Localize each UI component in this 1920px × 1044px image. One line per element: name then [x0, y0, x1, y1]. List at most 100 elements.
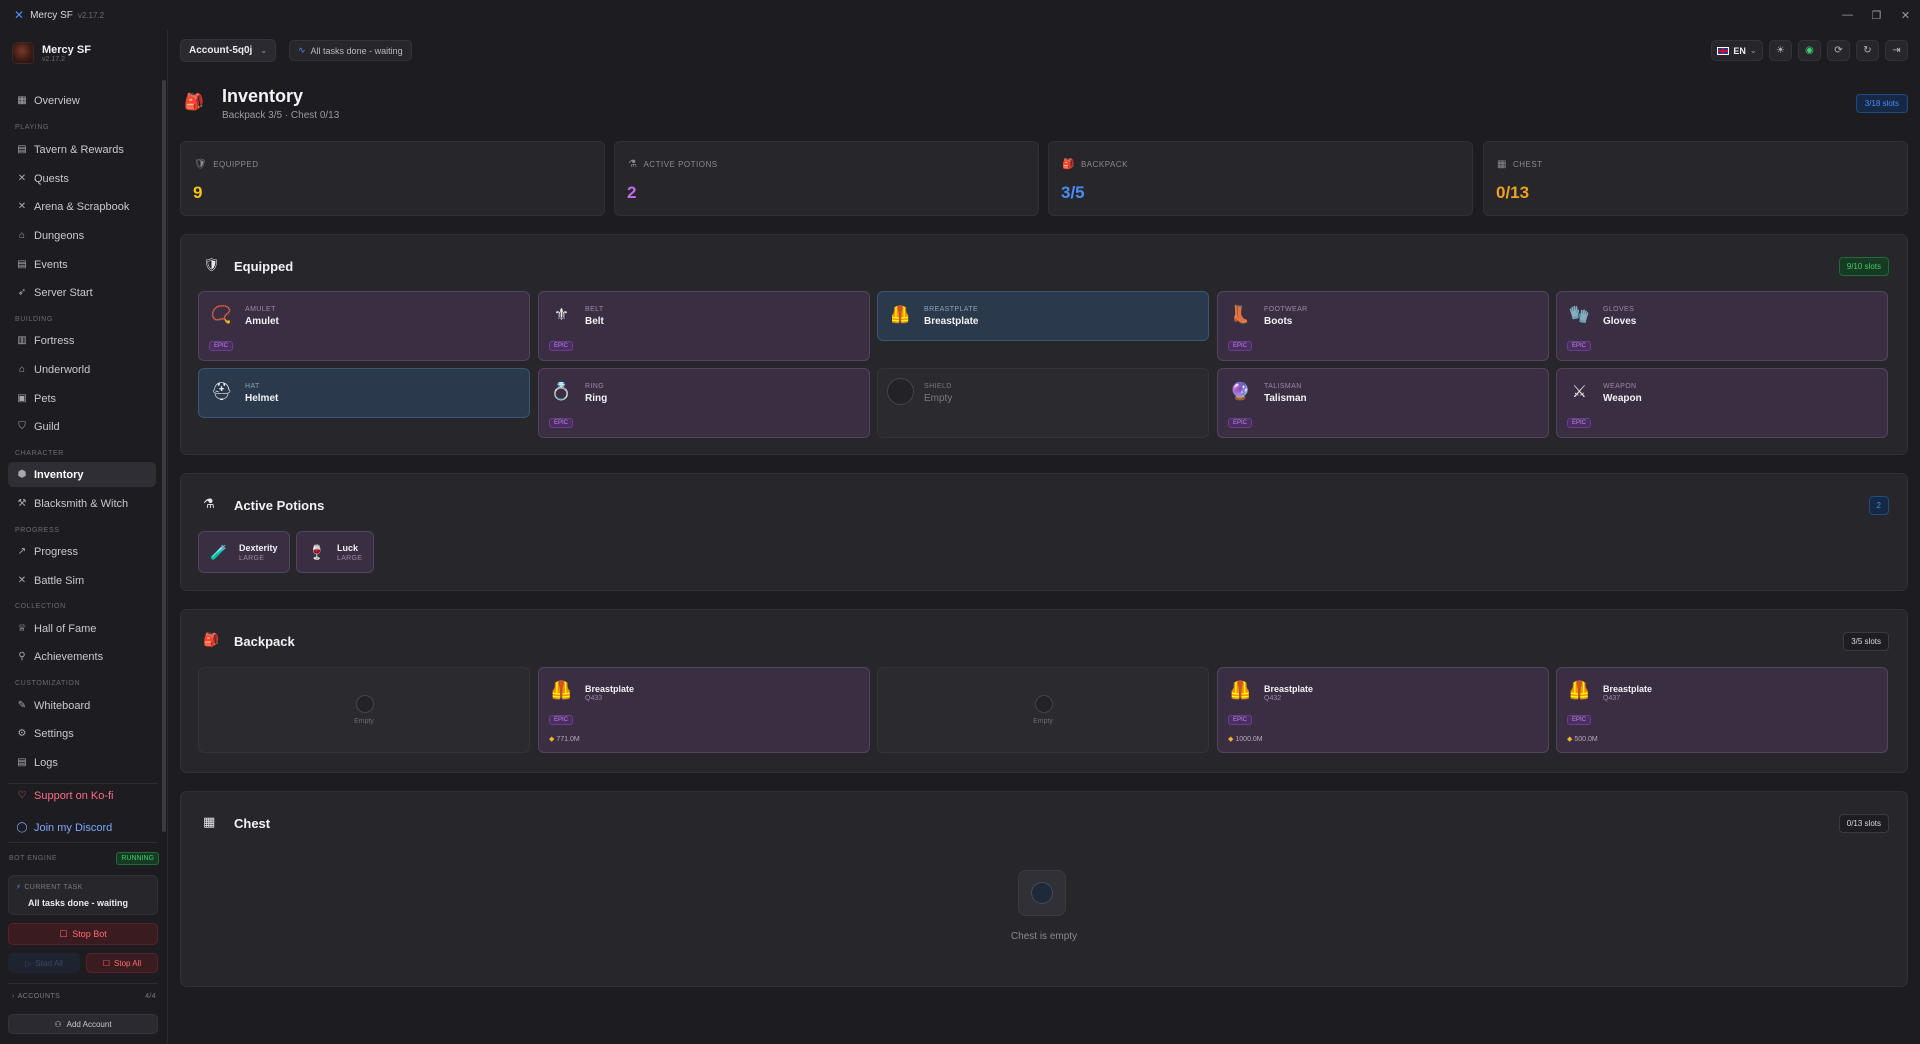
sidebar-item-underworld[interactable]: ⌂ Underworld	[8, 357, 156, 382]
sidebar-item-overview[interactable]: ▦ Overview	[8, 88, 156, 113]
stop-all-button[interactable]: ☐ Stop All	[86, 953, 158, 973]
equip-slot-ring[interactable]: 💍 RING Ring EPIC	[538, 368, 870, 438]
rocket-icon: ➶	[17, 287, 27, 298]
sidebar-item-discord[interactable]: ◯ Join my Discord	[8, 815, 156, 840]
belt-icon: ⚜	[553, 304, 570, 324]
language-select[interactable]: EN ⌄	[1711, 40, 1763, 61]
theme-toggle-button[interactable]: ☀	[1769, 40, 1792, 61]
sidebar-item-pets[interactable]: ▣ Pets	[8, 386, 156, 411]
rarity-badge: EPIC	[549, 418, 574, 428]
weapon-icon: ⚔	[1571, 381, 1588, 401]
backpack-icon: 🎒	[184, 94, 204, 111]
rarity-badge: EPIC	[1567, 715, 1592, 725]
maximize-icon[interactable]: ❐	[1862, 0, 1891, 30]
sidebar-item-achievements[interactable]: ⚲ Achievements	[8, 644, 156, 669]
sidebar-item-settings[interactable]: ⚙ Settings	[8, 721, 156, 746]
backpack-slot-item[interactable]: 🦺 Breastplate Q437 EPIC ◆ 500.0M	[1556, 667, 1888, 753]
equip-slot-belt[interactable]: ⚜ BELT Belt EPIC	[538, 291, 870, 361]
trophy-icon: ♕	[17, 623, 27, 634]
potion-dexterity[interactable]: 🧪 Dexterity LARGE	[198, 531, 290, 573]
potion-luck[interactable]: 🍷 Luck LARGE	[296, 531, 374, 573]
equip-slot-shield[interactable]: SHIELD Empty	[877, 368, 1209, 438]
backpack-slot-empty[interactable]: Empty	[198, 667, 530, 753]
activity-icon: ⚡	[16, 884, 22, 891]
title-bar: ✕ Mercy SF v2.17.2 — ❐ ✕	[0, 0, 1920, 30]
stop-bot-button[interactable]: ☐ Stop Bot	[8, 923, 158, 945]
nav-section-character: CHARACTER	[15, 450, 64, 457]
sidebar-item-progress[interactable]: ↗ Progress	[8, 539, 156, 564]
coin-icon: ◆	[549, 736, 555, 743]
sync-button[interactable]: ↻	[1856, 40, 1879, 61]
grid-icon: ▦	[17, 95, 27, 106]
backpack-slot-item[interactable]: 🦺 Breastplate Q432 EPIC ◆ 1000.0M	[1217, 667, 1549, 753]
sidebar-item-server-start[interactable]: ➶ Server Start	[8, 280, 156, 305]
sidebar-item-battle-sim[interactable]: ✕ Battle Sim	[8, 568, 156, 593]
potions-panel: ⚗ Active Potions 2	[180, 473, 1908, 591]
stat-value: 0/13	[1496, 183, 1530, 202]
equip-slot-footwear[interactable]: 👢 FOOTWEAR Boots EPIC	[1217, 291, 1549, 361]
equip-slot-talisman[interactable]: 🔮 TALISMAN Talisman EPIC	[1217, 368, 1549, 438]
sidebar-item-quests[interactable]: ✕ Quests	[8, 166, 156, 191]
close-icon[interactable]: ✕	[1891, 0, 1920, 30]
equip-slot-amulet[interactable]: 📿 AMULET Amulet EPIC	[198, 291, 530, 361]
profile[interactable]: Mercy SF v2.17.2	[12, 42, 91, 64]
stat-value: 3/5	[1061, 183, 1085, 202]
avatar	[12, 42, 34, 64]
sidebar-item-hall-of-fame[interactable]: ♕ Hall of Fame	[8, 616, 156, 641]
hammer-icon: ⚒	[17, 498, 27, 509]
minimize-icon[interactable]: —	[1833, 0, 1862, 30]
nav-section-collection: COLLECTION	[15, 603, 66, 610]
file-icon: ▤	[17, 757, 27, 768]
sidebar-item-arena[interactable]: ✕ Arena & Scrapbook	[8, 194, 156, 219]
top-bar: Account-5q0j ⌄ ∿ All tasks done - waitin…	[169, 30, 1920, 72]
breastplate-icon: 🦺	[1568, 680, 1591, 700]
status-text: All tasks done - waiting	[310, 45, 403, 56]
accounts-toggle[interactable]: › ACCOUNTS 4/4	[12, 993, 156, 1000]
logout-button[interactable]: ⇥	[1885, 40, 1908, 61]
sidebar-item-tavern[interactable]: ▤ Tavern & Rewards	[8, 137, 156, 162]
sidebar-item-fortress[interactable]: ▥ Fortress	[8, 328, 156, 353]
start-all-button[interactable]: ▷ Start All	[8, 953, 80, 973]
backpack-slot-empty[interactable]: Empty	[877, 667, 1209, 753]
bot-engine-row: BOT ENGINE RUNNING	[9, 852, 159, 865]
calendar-icon: ▤	[17, 259, 27, 270]
sidebar-item-kofi[interactable]: ♡ Support on Ko-fi	[8, 783, 156, 808]
refresh-button[interactable]: ⟳	[1827, 40, 1850, 61]
chat-icon: ◯	[16, 822, 28, 833]
equip-slot-breastplate[interactable]: 🦺 BREASTPLATE Breastplate	[877, 291, 1209, 341]
sidebar-item-guild[interactable]: ⛉ Guild	[8, 414, 156, 439]
sidebar-item-inventory[interactable]: ⬢ Inventory	[8, 462, 156, 487]
stat-card-backpack: 🎒 BACKPACK 3/5	[1048, 141, 1473, 216]
visibility-toggle-button[interactable]: ◉	[1798, 40, 1821, 61]
equip-slot-gloves[interactable]: 🧤 GLOVES Gloves EPIC	[1556, 291, 1888, 361]
armor-icon: 🛡	[203, 257, 220, 272]
chest-icon: ▦	[1497, 159, 1507, 170]
sidebar-item-dungeons[interactable]: ⌂ Dungeons	[8, 223, 156, 248]
sidebar-scrollbar[interactable]	[162, 80, 166, 832]
backpack-icon: 🎒	[1062, 159, 1075, 170]
panel-title: Backpack	[234, 634, 295, 649]
add-account-button[interactable]: ⚇ Add Account	[8, 1014, 158, 1034]
empty-state-message: Chest is empty	[1010, 931, 1078, 942]
sidebar-item-events[interactable]: ▤ Events	[8, 252, 156, 277]
helmet-icon: ⛑	[210, 381, 233, 401]
equip-slot-weapon[interactable]: ⚔ WEAPON Weapon EPIC	[1556, 368, 1888, 438]
top-actions: EN ⌄ ☀ ◉ ⟳ ↻ ⇥	[1711, 40, 1908, 61]
breastplate-icon: 🦺	[1229, 680, 1252, 700]
potion-bottle-icon: 🧪	[210, 544, 228, 560]
page-subtitle: Backpack 3/5 · Chest 0/13	[222, 110, 340, 121]
account-select-value: Account-5q0j	[189, 45, 253, 56]
equip-slot-hat[interactable]: ⛑ HAT Helmet	[198, 368, 530, 418]
gear-icon: ⚙	[17, 728, 27, 739]
sidebar-item-blacksmith[interactable]: ⚒ Blacksmith & Witch	[8, 491, 156, 516]
sync-icon: ↻	[1863, 45, 1872, 56]
swords-icon: ✕	[17, 575, 27, 586]
backpack-slot-item[interactable]: 🦺 Breastplate Q433 EPIC ◆ 771.0M	[538, 667, 870, 753]
chevron-down-icon: ⌄	[260, 46, 268, 55]
calendar-icon: ▤	[17, 144, 27, 155]
potion-icon: ⚗	[203, 496, 215, 511]
window-controls: — ❐ ✕	[1833, 0, 1920, 30]
account-select[interactable]: Account-5q0j ⌄	[180, 39, 277, 62]
sidebar-item-whiteboard[interactable]: ✎ Whiteboard	[8, 693, 156, 718]
sidebar-item-logs[interactable]: ▤ Logs	[8, 750, 156, 775]
